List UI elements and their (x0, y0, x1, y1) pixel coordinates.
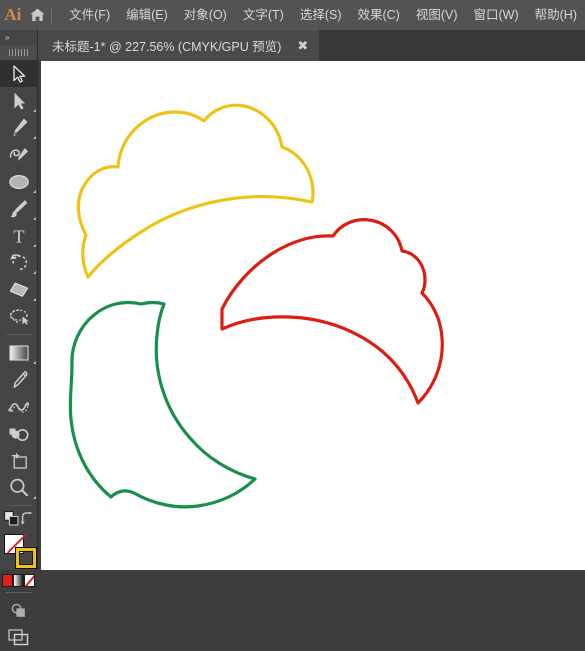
curvature-tool[interactable] (0, 141, 38, 168)
ellipse-icon (9, 174, 29, 189)
fill-stroke-swatches (0, 532, 38, 572)
red-crescent-path[interactable] (220, 218, 444, 405)
stroke-swatch[interactable] (15, 547, 37, 569)
paintbrush-tool[interactable] (0, 195, 38, 222)
document-tab-bar: 未标题-1* @ 227.56% (CMYK/GPU 预览) ✖ (0, 30, 585, 61)
paintbrush-icon (10, 200, 27, 218)
direct-selection-tool[interactable] (0, 87, 38, 114)
default-fill-stroke-glyph (3, 511, 19, 526)
home-icon[interactable] (26, 0, 49, 30)
flyout-indicator (33, 217, 36, 220)
eyedropper-tool[interactable] (0, 366, 38, 393)
pen-nib-icon (12, 118, 27, 137)
toolbar-separator (5, 334, 32, 335)
menu-file[interactable]: 文件(F) (61, 0, 118, 30)
green-crescent-path[interactable] (68, 300, 257, 509)
cursor-arrow-icon (12, 64, 25, 83)
color-mode-none[interactable] (24, 573, 35, 587)
flyout-indicator (33, 190, 36, 193)
eyedropper-icon (12, 370, 27, 388)
color-mode-gradient[interactable] (13, 573, 24, 587)
draw-mode-button[interactable] (0, 597, 38, 624)
menu-bar: Ai 文件(F) 编辑(E) 对象(O) 文字(T) 选择(S) 效果(C) 视… (0, 0, 585, 30)
default-fill-stroke-icon[interactable] (3, 511, 19, 531)
artboard-tool[interactable] (0, 447, 38, 474)
flyout-indicator (33, 109, 36, 112)
menu-effect[interactable]: 效果(C) (349, 0, 407, 30)
zoom-tool[interactable] (0, 474, 38, 501)
fill-stroke-shortcuts (0, 510, 37, 532)
lasso-icon (9, 309, 29, 325)
menu-type[interactable]: 文字(T) (235, 0, 292, 30)
menu-select[interactable]: 选择(S) (292, 0, 350, 30)
svg-text:T: T (14, 227, 25, 245)
pen-tool[interactable] (0, 114, 38, 141)
grip-lines-icon (8, 49, 29, 56)
close-icon[interactable]: ✖ (297, 39, 308, 52)
flyout-indicator (33, 271, 36, 274)
selection-tool[interactable] (0, 60, 38, 87)
gradient-icon (9, 344, 29, 361)
menu-object[interactable]: 对象(O) (176, 0, 235, 30)
type-tool[interactable]: T (0, 222, 38, 249)
illustrator-window: Ai 文件(F) 编辑(E) 对象(O) 文字(T) 选择(S) 效果(C) 视… (0, 0, 585, 646)
app-logo: Ai (4, 5, 22, 24)
curvature-pen-icon (9, 147, 28, 161)
panel-drag-handle[interactable] (0, 45, 37, 60)
shape-builder-tool[interactable] (0, 420, 38, 447)
document-tab[interactable]: 未标题-1* @ 227.56% (CMYK/GPU 预览) ✖ (38, 30, 320, 61)
rotate-arrow-icon (9, 254, 27, 271)
toolbar-separator (5, 505, 32, 506)
draw-normal-icon (11, 603, 25, 617)
document-canvas[interactable] (41, 61, 585, 570)
flyout-indicator (33, 496, 36, 499)
color-mode-buttons (0, 572, 37, 588)
artboard-icon (11, 452, 27, 469)
eraser-icon (9, 282, 29, 297)
document-tab-label: 未标题-1* @ 227.56% (CMYK/GPU 预览) (52, 40, 282, 54)
gradient-tool[interactable] (0, 339, 38, 366)
menu-divider (51, 6, 53, 24)
lasso-tool[interactable] (0, 303, 38, 330)
blend-tool[interactable] (0, 393, 38, 420)
type-t-icon: T (14, 227, 25, 245)
tools-panel: » T (0, 30, 38, 646)
menu-help[interactable]: 帮助(H) (527, 0, 585, 30)
flyout-indicator (33, 298, 36, 301)
menu-edit[interactable]: 编辑(E) (118, 0, 176, 30)
magnifier-icon (10, 478, 29, 497)
screen-mode-icon (8, 629, 29, 646)
blend-icon (8, 401, 30, 413)
collapse-panel-button[interactable]: » (0, 30, 37, 45)
artwork-vector-drawing[interactable] (41, 61, 585, 570)
rotate-tool[interactable] (0, 249, 38, 276)
home-icon-glyph (29, 8, 45, 21)
eraser-tool[interactable] (0, 276, 38, 303)
shape-builder-icon (9, 428, 29, 441)
flyout-indicator (33, 361, 36, 364)
menu-view[interactable]: 视图(V) (408, 0, 466, 30)
toolbar-separator (5, 592, 32, 593)
solid-arrow-icon (14, 92, 25, 109)
swap-arrows-glyph (20, 512, 33, 525)
menu-window[interactable]: 窗口(W) (466, 0, 527, 30)
screen-mode-button[interactable] (0, 624, 38, 651)
swap-fill-stroke-icon[interactable] (20, 512, 34, 530)
color-mode-color[interactable] (2, 573, 13, 587)
ellipse-tool[interactable] (0, 168, 38, 195)
flyout-indicator (33, 136, 36, 139)
flyout-indicator (33, 244, 36, 247)
